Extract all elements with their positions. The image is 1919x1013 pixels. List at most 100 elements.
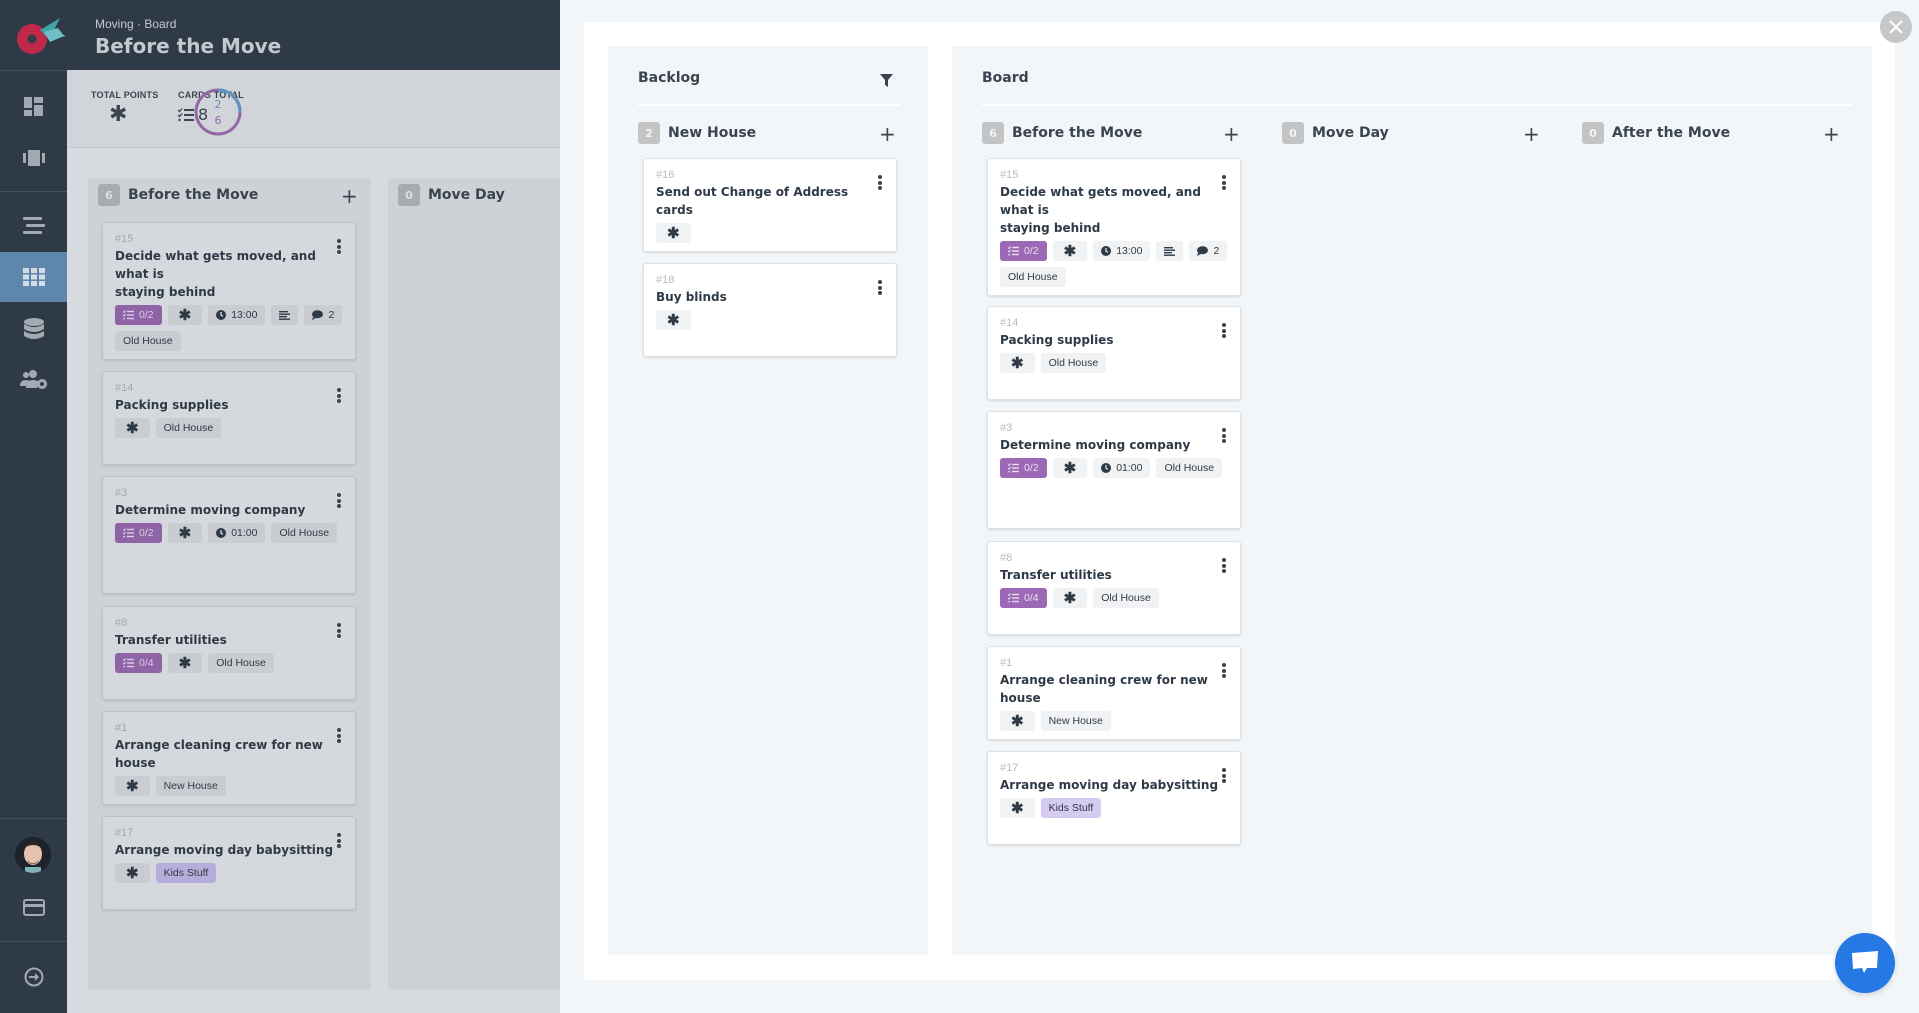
board-grid-icon <box>22 268 45 286</box>
list-icon <box>22 217 45 234</box>
card-title-line: Determine moving company <box>115 503 306 517</box>
card[interactable]: #15 Decide what gets moved, and what is st… <box>102 222 356 360</box>
card-menu-icon[interactable] <box>337 239 341 256</box>
card[interactable]: #1 Arrange cleaning crew for new house ✱ Ne… <box>102 711 356 805</box>
card-menu-icon[interactable] <box>337 493 341 510</box>
sidebar-item-board[interactable] <box>0 252 67 302</box>
chat-button[interactable] <box>1835 933 1895 993</box>
card-number: #14 <box>115 382 134 394</box>
checklist-badge: 0/2 <box>1000 458 1047 478</box>
card-title: Arrange moving day babysitting <box>1000 776 1228 794</box>
card-menu-icon[interactable] <box>1222 323 1226 340</box>
add-card-button[interactable]: + <box>341 186 358 206</box>
checklist-badge: 0/4 <box>115 653 162 673</box>
checklist-count: 0/4 <box>139 657 154 669</box>
card-title: Send out Change of Address cards <box>656 185 849 217</box>
card-badges: ✱ Old House <box>115 418 343 438</box>
checklist-icon <box>123 310 134 320</box>
comment-icon <box>1197 246 1209 256</box>
card-menu-icon[interactable] <box>1222 663 1226 680</box>
points-badge: ✱ <box>656 223 691 243</box>
comment-count: 2 <box>1213 245 1220 257</box>
card[interactable]: #8 Transfer utilities 0/4 ✱ Old House <box>102 606 356 700</box>
checklist-badge: 0/2 <box>1000 241 1047 261</box>
card-badges: 0/2 ✱ 13:00 2 Old House <box>1000 241 1228 287</box>
card[interactable]: #8 Transfer utilities 0/4 ✱ Old House <box>987 541 1241 635</box>
card-menu-icon[interactable] <box>337 623 341 640</box>
points-badge: ✱ <box>1052 588 1088 608</box>
column-header-after-the-move: 0 After the Move <box>1582 122 1730 144</box>
card[interactable]: #1 Arrange cleaning crew for new house ✱ Ne… <box>987 646 1241 740</box>
card-number: #1 <box>1000 657 1013 669</box>
description-icon <box>1164 246 1176 256</box>
filter-icon[interactable] <box>880 74 893 87</box>
points-badge: ✱ <box>167 523 203 543</box>
sidebar-item-carousel[interactable] <box>0 133 67 183</box>
add-card-button[interactable]: + <box>879 124 896 144</box>
card-menu-icon[interactable] <box>1222 558 1226 575</box>
column-title: Move Day <box>428 187 505 203</box>
avatar[interactable] <box>15 837 51 873</box>
card[interactable]: #14 Packing supplies ✱ Old House <box>987 306 1241 400</box>
card[interactable]: #18 Buy blinds ✱ <box>643 263 897 357</box>
checklist-icon <box>178 107 194 121</box>
close-button[interactable] <box>1880 11 1912 43</box>
comment-count: 2 <box>328 309 335 321</box>
sidebar-item-billing[interactable] <box>0 882 67 932</box>
card-title-line: Decide what gets moved, and what is <box>1000 185 1201 217</box>
bg-column-move-day: 0 Move Day <box>388 178 560 990</box>
card[interactable]: #15 Decide what gets moved, and what is st… <box>987 158 1241 296</box>
card-menu-icon[interactable] <box>1222 768 1226 785</box>
card[interactable]: #14 Packing supplies ✱ Old House <box>102 371 356 465</box>
card-number: #16 <box>656 169 675 181</box>
card-menu-icon[interactable] <box>337 728 341 745</box>
ring-bottom-value: 6 <box>215 114 222 127</box>
card-menu-icon[interactable] <box>1222 175 1226 192</box>
card-menu-icon[interactable] <box>878 175 882 192</box>
tag-badge: Old House <box>271 523 338 543</box>
checklist-badge: 0/2 <box>115 305 162 325</box>
add-card-button[interactable]: + <box>1223 124 1240 144</box>
card-title: Arrange cleaning crew for new house <box>1000 671 1228 707</box>
breadcrumb[interactable]: Moving · Board <box>95 17 176 31</box>
card[interactable]: #17 Arrange moving day babysitting ✱ Kids S… <box>987 751 1241 845</box>
points-badge: ✱ <box>167 305 203 325</box>
card-title: Determine moving company <box>1000 436 1228 454</box>
card[interactable]: #3 Determine moving company 0/2 ✱ 01:00 Old H… <box>102 476 356 594</box>
carousel-icon <box>22 150 45 166</box>
card-number: #18 <box>656 274 675 286</box>
sidebar-item-list[interactable] <box>0 201 67 251</box>
card-menu-icon[interactable] <box>337 388 341 405</box>
card[interactable]: #3 Determine moving company 0/2 ✱ 01:00 Old H… <box>987 411 1241 529</box>
sidebar-item-team-settings[interactable] <box>0 355 67 405</box>
checklist-icon <box>123 528 134 538</box>
tag-badge: Old House <box>1040 353 1107 373</box>
avatar-image <box>15 837 51 873</box>
column-count: 6 <box>982 122 1004 144</box>
tag-badge: Kids Stuff <box>1040 798 1102 818</box>
card-number: #15 <box>115 233 134 245</box>
sidebar-item-logout[interactable] <box>0 952 67 1002</box>
card-title-line: Packing supplies <box>1000 333 1114 347</box>
sidebar-divider <box>0 818 67 819</box>
checklist-count: 0/2 <box>1024 462 1039 474</box>
card-menu-icon[interactable] <box>1222 428 1226 445</box>
sidebar-divider <box>0 191 67 192</box>
card[interactable]: #17 Arrange moving day babysitting ✱ Kids S… <box>102 816 356 910</box>
card-menu-icon[interactable] <box>878 280 882 297</box>
points-badge: ✱ <box>1000 798 1035 818</box>
sidebar-item-dashboard[interactable] <box>0 82 67 132</box>
add-card-button[interactable]: + <box>1523 124 1540 144</box>
card[interactable]: #16 Send out Change of Address cards ✱ <box>643 158 897 252</box>
tag-badge: New House <box>155 776 226 796</box>
card-number: #17 <box>115 827 134 839</box>
time-badge: 01:00 <box>208 523 266 543</box>
add-card-button[interactable]: + <box>1823 124 1840 144</box>
sidebar-divider <box>0 941 67 942</box>
sidebar-item-database[interactable] <box>0 304 67 354</box>
card-menu-icon[interactable] <box>337 833 341 850</box>
app-logo[interactable] <box>14 16 66 56</box>
column-title: Before the Move <box>128 187 259 203</box>
progress-ring: 2 6 <box>194 88 242 136</box>
points-badge: ✱ <box>1052 458 1088 478</box>
